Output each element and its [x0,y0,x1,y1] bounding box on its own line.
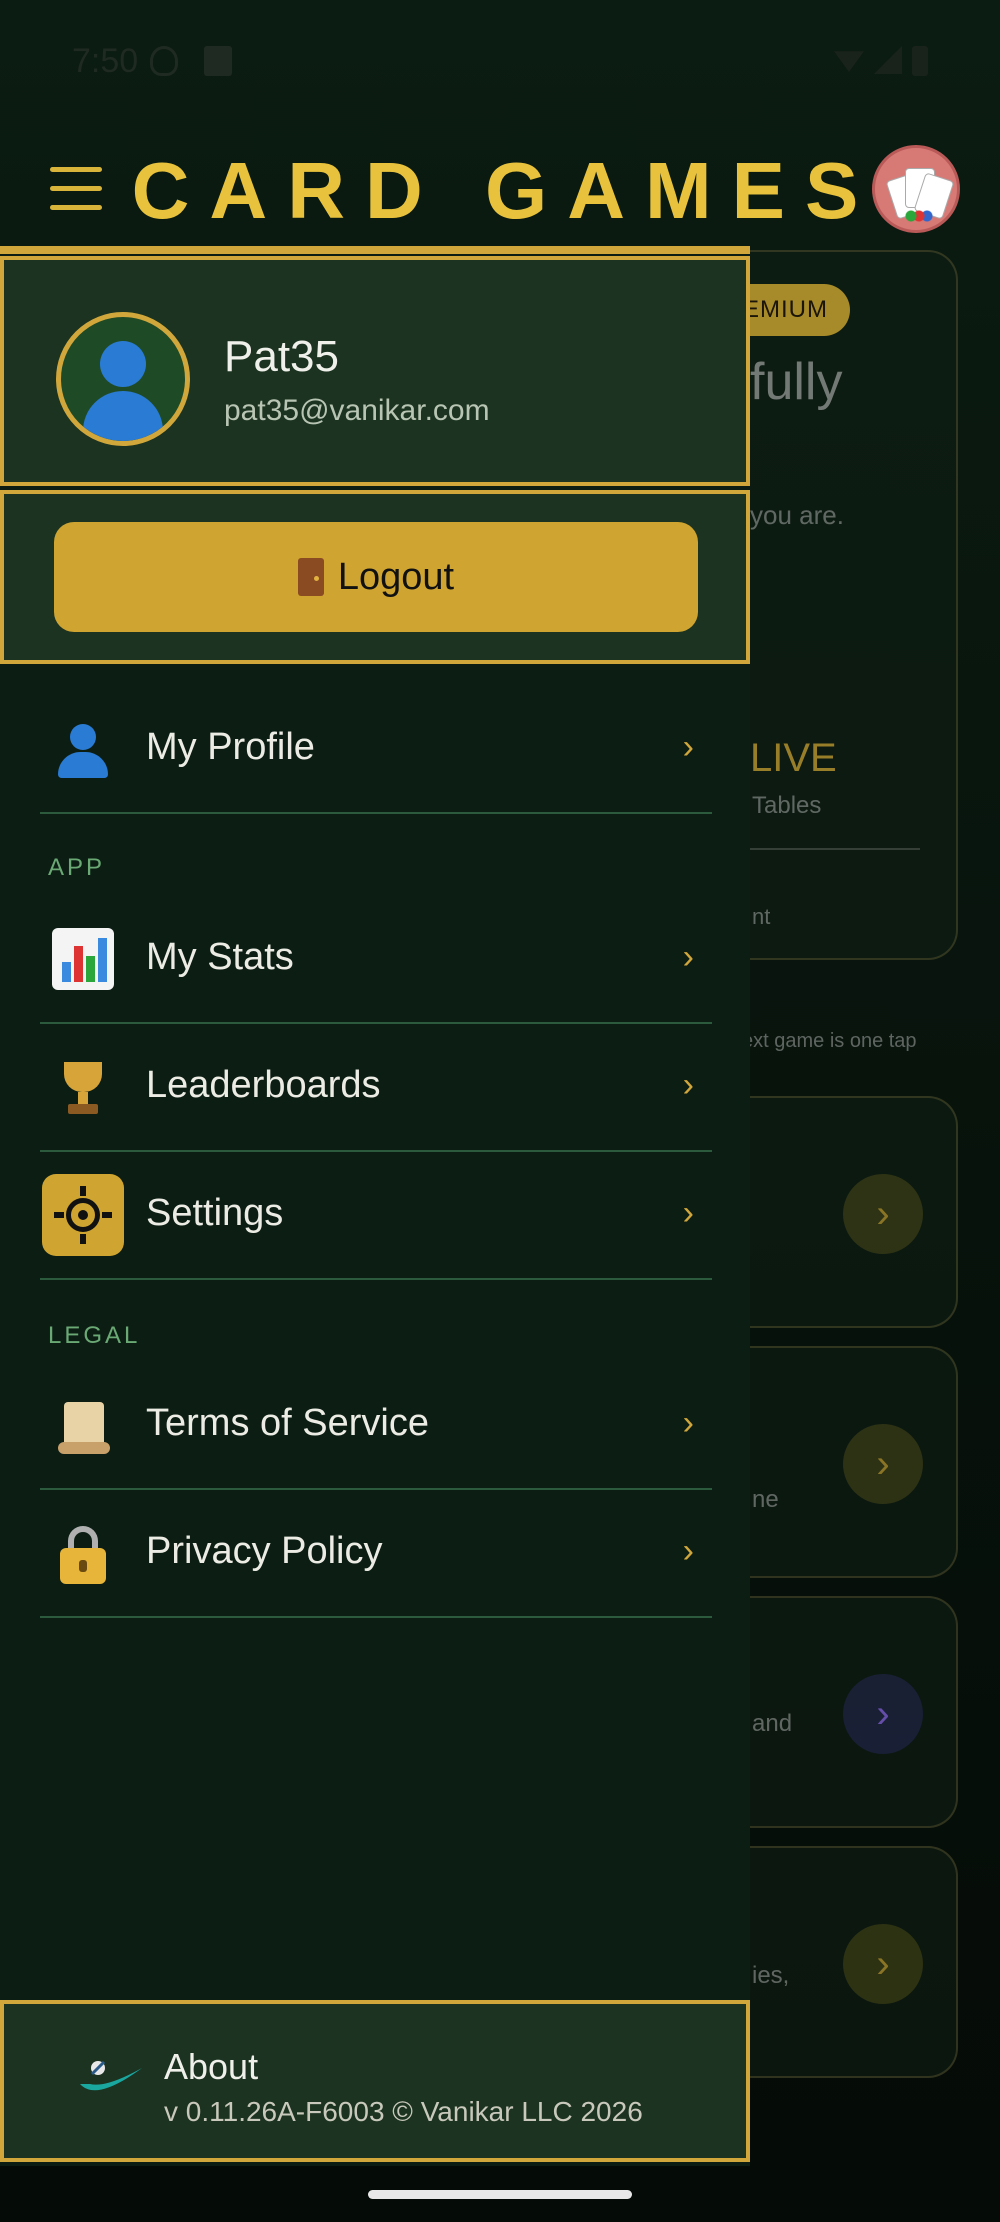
menu-item-label: Privacy Policy [146,1530,383,1572]
game-card-4-arrow[interactable]: › [843,1924,923,2004]
game-card-2-arrow[interactable]: › [843,1424,923,1504]
logout-label: Logout [337,555,455,598]
person-icon [100,341,146,387]
user-avatar [56,312,190,446]
fragment-nt: nt [752,904,771,929]
app-header: CARD GAMES [0,125,1000,255]
wifi-icon [834,51,864,72]
logout-button[interactable]: Logout [54,522,698,632]
signal-icon [874,46,902,74]
menu-item-label: My Stats [146,936,294,978]
menu-item-my-stats[interactable]: My Stats › [40,896,712,1024]
app-logo-avatar[interactable] [872,145,960,233]
status-time: 7:50 [72,42,139,80]
chevron-right-icon: › [682,1066,694,1104]
section-label-app: APP [48,854,106,881]
trophy-icon [52,1056,114,1118]
home-indicator[interactable] [368,2190,632,2199]
about-title: About [164,2046,259,2087]
person-icon [52,718,114,780]
menu-item-privacy[interactable]: Privacy Policy › [40,1490,712,1618]
chevron-right-icon: › [682,1194,694,1232]
next-game-fragment: ext game is one tap [742,1030,917,1052]
app-title: CARD GAMES [131,146,879,235]
sd-card-icon [204,46,232,76]
section-label-legal: LEGAL [48,1322,141,1349]
chevron-right-icon: › [682,728,694,766]
logout-panel: Logout [0,490,750,664]
about-version: v 0.11.26A-F6003 © Vanikar LLC 2026 [164,2096,643,2127]
door-icon [297,558,324,596]
card-2-fragment: ne [752,1486,779,1513]
status-bar: 7:50 [0,0,1000,125]
subtitle-fragment: you are. [750,500,844,530]
card-4-fragment: ies, [752,1962,790,1989]
lock-icon [52,1522,114,1584]
menu-item-label: My Profile [146,726,315,768]
headline-fragment: fully [750,353,843,411]
chevron-right-icon: › [682,1532,694,1570]
card-divider [750,848,920,850]
battery-icon [912,46,928,76]
live-label: LIVE [750,736,837,780]
menu-item-label: Leaderboards [146,1064,381,1106]
profile-panel: Pat35 pat35@vanikar.com [0,256,750,486]
menu-item-terms[interactable]: Terms of Service › [40,1362,712,1490]
tables-label: Tables [752,792,822,819]
about-panel[interactable]: About v 0.11.26A-F6003 © Vanikar LLC 202… [0,2000,750,2162]
gear-icon [42,1174,124,1256]
chevron-right-icon: › [682,1404,694,1442]
menu-item-leaderboards[interactable]: Leaderboards › [40,1024,712,1152]
menu-item-settings[interactable]: Settings › [40,1152,712,1280]
menu-item-label: Settings [146,1192,284,1234]
shield-icon [150,46,178,76]
drawer-top-border [0,246,750,254]
chevron-right-icon: › [682,938,694,976]
user-name: Pat35 [224,332,339,381]
bar-chart-icon [52,928,114,990]
status-right-icons [834,46,928,76]
game-card-1-arrow[interactable]: › [843,1174,923,1254]
app-root: 7:50 CARD GAMES EMIUM fully you are. LIV… [0,0,1000,2222]
scroll-icon [52,1394,114,1456]
menu-item-label: Terms of Service [146,1402,429,1444]
menu-item-my-profile[interactable]: My Profile › [40,686,712,814]
user-email: pat35@vanikar.com [224,394,490,427]
app-logo-icon [80,2060,142,2091]
card-3-fragment: and [752,1710,793,1737]
game-card-3-arrow[interactable]: › [843,1674,923,1754]
